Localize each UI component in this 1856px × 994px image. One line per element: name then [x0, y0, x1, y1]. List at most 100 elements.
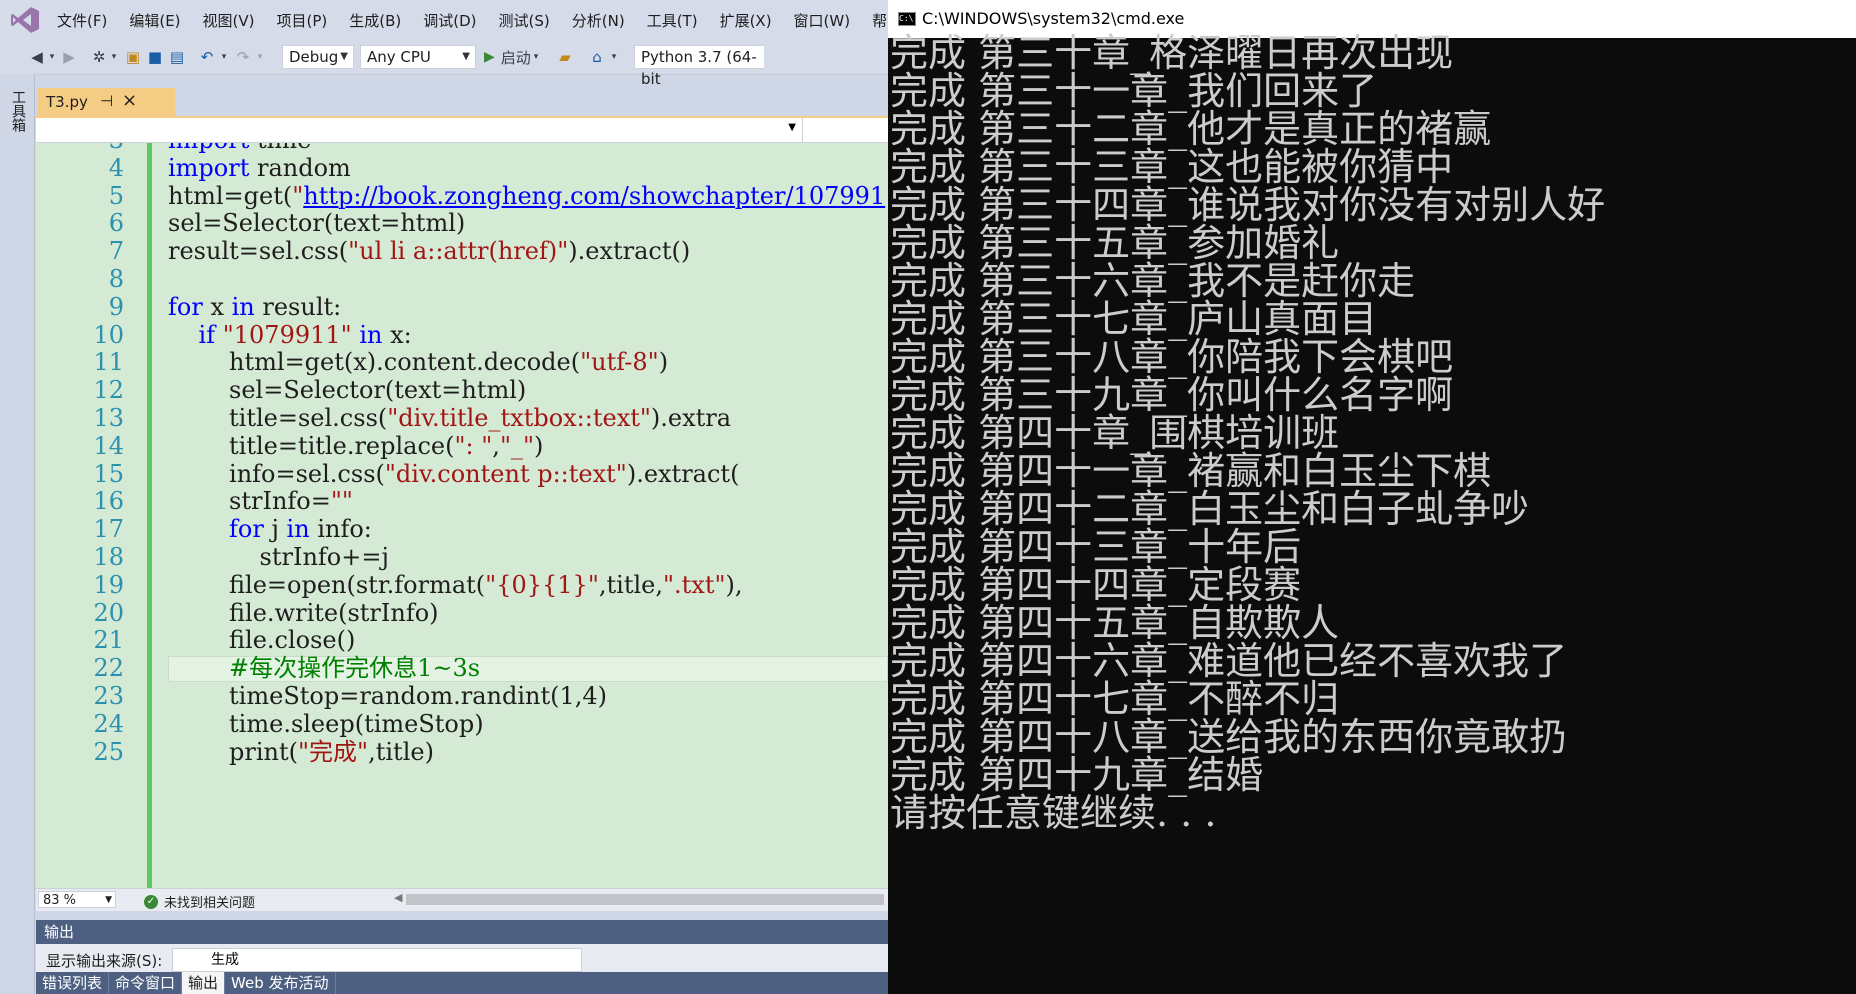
- navigation-bar: ▼: [36, 118, 888, 143]
- menu-bar: 文件(F) 编辑(E) 视图(V) 项目(P) 生成(B) 调试(D) 测试(S) 分析(N)…: [0, 0, 888, 40]
- console-line: 完成 第三十七章_庐山真面目: [890, 297, 1378, 341]
- menu-item[interactable]: 视图(V): [192, 10, 266, 31]
- pin-icon[interactable]: ⊣: [100, 92, 113, 110]
- code-text: file.write(strInfo): [168, 598, 439, 627]
- code-line: 18 strInfo+=j: [36, 543, 888, 572]
- home-dropdown-icon[interactable]: ▾: [608, 47, 620, 67]
- redo-icon[interactable]: ↷: [234, 47, 252, 67]
- bottom-tab[interactable]: 错误列表: [36, 972, 110, 994]
- menu-item[interactable]: 调试(D): [412, 10, 487, 31]
- console-line: 完成 第三十四章_谁说我对你没有对别人好: [890, 183, 1606, 227]
- tab-label: T3.py: [46, 93, 88, 111]
- code-text: for x in result:: [168, 292, 342, 321]
- output-panel: 输出 显示输出来源(S): 生成: [36, 920, 888, 974]
- forward-icon[interactable]: ▶: [60, 47, 78, 67]
- console-line: 完成 第三十二章_他才是真正的褚赢: [890, 107, 1492, 151]
- zoom-dropdown[interactable]: 83 % ▼: [38, 891, 116, 908]
- code-text: info=sel.css("div.content p::text").extr…: [168, 459, 740, 488]
- line-number: 12: [93, 376, 124, 405]
- menu-item[interactable]: 窗口(W): [783, 10, 862, 31]
- code-line: 23 timeStop=random.randint(1,4): [36, 682, 888, 711]
- line-number: 23: [93, 682, 124, 710]
- back-dropdown-icon[interactable]: ▾: [46, 47, 58, 67]
- start-button[interactable]: ▶ 启动 ▾: [484, 47, 544, 67]
- menu-item[interactable]: 生成(B): [338, 10, 412, 31]
- cmd-console-output[interactable]: 完成 第三十章_格泽曜日再次出现 完成 第三十一章_我们回来了 完成 第三十二章_他…: [888, 34, 1856, 994]
- code-text: strInfo+=j: [168, 543, 389, 571]
- code-text: result=sel.css("ul li a::attr(href)").ex…: [168, 237, 691, 266]
- bottom-panel-tabs: 错误列表 命令窗口 输出 Web 发布活动: [36, 972, 888, 994]
- browser-link-icon[interactable]: ▰: [556, 47, 574, 67]
- visual-studio-window: 文件(F) 编辑(E) 视图(V) 项目(P) 生成(B) 调试(D) 测试(S) 分析(N)…: [0, 0, 888, 994]
- console-line: 完成 第四十七章_不醉不归: [890, 677, 1340, 721]
- visual-studio-logo-icon: [11, 7, 39, 33]
- configuration-value: Debug: [289, 48, 339, 66]
- menu-item[interactable]: 分析(N): [561, 10, 636, 31]
- configuration-dropdown[interactable]: Debug ▼: [282, 45, 354, 69]
- tab-t3-py[interactable]: T3.py ⊣ ×: [38, 88, 175, 116]
- menu-item[interactable]: 项目(P): [266, 10, 339, 31]
- chevron-down-icon: ▼: [462, 51, 470, 62]
- code-editor[interactable]: 3import time4 import random 5 html=get("htt…: [36, 143, 888, 888]
- bottom-tab[interactable]: 命令窗口: [109, 972, 183, 994]
- python-environment-value: Python 3.7 (64-bit: [641, 48, 757, 88]
- console-line: 完成 第三十一章_我们回来了: [890, 69, 1378, 113]
- save-icon[interactable]: ■: [146, 47, 164, 67]
- new-project-icon[interactable]: ✲: [90, 47, 108, 67]
- bottom-tab[interactable]: 输出: [182, 972, 226, 994]
- line-number: 7: [108, 237, 124, 266]
- code-line: 12 sel=Selector(text=html): [36, 376, 888, 405]
- python-environment-dropdown[interactable]: Python 3.7 (64-bit: [634, 45, 764, 88]
- menu-item[interactable]: 帮: [861, 10, 888, 31]
- code-line: 25 print("完成",title): [36, 737, 888, 767]
- issues-text: 未找到相关问题: [164, 896, 256, 911]
- chevron-down-icon: ▼: [105, 895, 112, 905]
- save-all-icon[interactable]: ▤: [168, 47, 186, 67]
- line-number: 9: [108, 292, 124, 321]
- new-project-dropdown-icon[interactable]: ▾: [108, 47, 120, 67]
- left-tool-strip: [0, 74, 35, 994]
- redo-dropdown-icon[interactable]: ▾: [254, 47, 266, 67]
- scroll-left-icon[interactable]: ◀: [394, 891, 402, 904]
- platform-dropdown[interactable]: Any CPU ▼: [360, 45, 476, 69]
- code-line: 13 title=sel.css("div.title_txtbox::text…: [36, 404, 888, 433]
- console-line: 完成 第四十八章_送给我的东西你竟敢扔: [890, 715, 1568, 759]
- console-line: 完成 第三十三章_这也能被你猜中: [890, 145, 1454, 189]
- line-number: 15: [93, 459, 124, 488]
- code-line: 9 for x in result:: [36, 292, 888, 322]
- line-number: 14: [93, 431, 124, 460]
- line-number: 8: [108, 265, 124, 293]
- menu-item[interactable]: 扩展(X): [709, 10, 783, 31]
- horizontal-scrollbar[interactable]: [406, 894, 884, 905]
- toolbox-tab[interactable]: 工具箱: [8, 90, 28, 132]
- code-line: 15 info=sel.css("div.content p::text").e…: [36, 459, 888, 489]
- menu-item[interactable]: 编辑(E): [118, 10, 191, 31]
- line-number: 20: [93, 598, 124, 627]
- output-source-dropdown[interactable]: 生成: [172, 948, 582, 972]
- menu-item[interactable]: 文件(F): [46, 10, 118, 31]
- open-file-icon[interactable]: ▣: [124, 47, 142, 67]
- code-text: print("完成",title): [168, 737, 434, 766]
- line-number: 17: [93, 515, 124, 544]
- code-text: file.close(): [168, 626, 356, 655]
- start-label: 启动: [500, 48, 531, 67]
- bottom-tab[interactable]: Web 发布活动: [225, 972, 336, 994]
- close-icon[interactable]: ×: [122, 90, 137, 111]
- code-line: 19 file=open(str.format("{0}{1}",title,"…: [36, 571, 888, 600]
- issues-indicator[interactable]: ✓ 未找到相关问题: [144, 892, 255, 911]
- home-icon[interactable]: ⌂: [588, 47, 606, 67]
- menu-items: 文件(F) 编辑(E) 视图(V) 项目(P) 生成(B) 调试(D) 测试(S) 分析(N)…: [46, 0, 888, 40]
- line-number: 16: [93, 487, 124, 516]
- console-line: 完成 第四十章_围棋培训班: [890, 411, 1340, 455]
- undo-icon[interactable]: ↶: [198, 47, 216, 67]
- document-tab-row: T3.py ⊣ ×: [36, 88, 888, 116]
- menu-item[interactable]: 测试(S): [488, 10, 561, 31]
- console-line: 完成 第三十章_格泽曜日再次出现: [890, 31, 1454, 75]
- editor-status-bar: 83 % ▼ ✓ 未找到相关问题 ◀: [36, 888, 888, 911]
- menu-item[interactable]: 工具(T): [636, 10, 709, 31]
- cmd-window-title: C:\WINDOWS\system32\cmd.exe: [922, 9, 1185, 28]
- console-line: 完成 第四十五章_自欺欺人: [890, 601, 1340, 645]
- back-icon[interactable]: ◀: [28, 47, 46, 67]
- undo-dropdown-icon[interactable]: ▾: [218, 47, 230, 67]
- scope-dropdown[interactable]: ▼: [36, 118, 803, 142]
